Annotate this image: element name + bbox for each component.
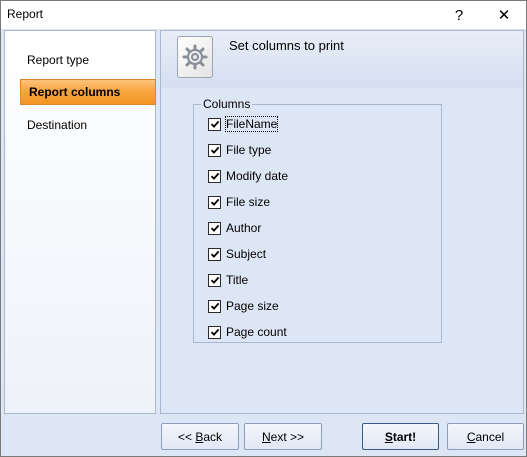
back-button-rest: ack xyxy=(203,429,223,444)
cancel-button-accel: C xyxy=(466,429,476,444)
cancel-button-rest: ancel xyxy=(475,429,505,444)
content-pane: Set columns to print Columns FileName Fi… xyxy=(160,30,524,414)
next-button-rest: ext >> xyxy=(270,429,305,444)
checkbox-checked-icon xyxy=(208,143,221,157)
gear-icon xyxy=(182,44,208,70)
back-button-accel: B xyxy=(195,429,204,444)
column-label: Title xyxy=(226,273,249,287)
column-checkbox-subject[interactable]: Subject xyxy=(208,245,266,263)
column-label: File type xyxy=(226,143,272,157)
close-button[interactable]: ✕ xyxy=(482,1,526,29)
start-button-rest: tart! xyxy=(392,429,417,444)
checkbox-checked-icon xyxy=(208,169,221,183)
column-checkbox-filename[interactable]: FileName xyxy=(208,115,279,133)
column-label: Modify date xyxy=(226,169,289,183)
column-checkbox-page-size[interactable]: Page size xyxy=(208,297,279,315)
checkbox-checked-icon xyxy=(208,247,221,261)
column-label: Page size xyxy=(226,299,279,313)
step-title: Set columns to print xyxy=(229,38,344,53)
column-label: File size xyxy=(226,195,271,209)
next-button-accel: N xyxy=(261,429,271,444)
checkbox-checked-icon xyxy=(208,273,221,287)
title-bar: Report ? ✕ xyxy=(1,1,526,29)
nav-item-report-type[interactable]: Report type xyxy=(19,47,155,73)
column-checkbox-file-type[interactable]: File type xyxy=(208,141,271,159)
checkbox-checked-icon xyxy=(208,299,221,313)
back-button-prefix: << xyxy=(177,429,196,444)
help-button[interactable]: ? xyxy=(437,1,481,29)
start-button[interactable]: Start! xyxy=(362,423,439,450)
checkbox-checked-icon xyxy=(208,117,221,131)
nav-item-destination[interactable]: Destination xyxy=(19,112,155,138)
back-button[interactable]: << Back xyxy=(161,423,239,450)
wizard-nav: Report type Report columns Destination xyxy=(4,30,156,414)
next-button[interactable]: Next >> xyxy=(244,423,322,450)
column-checkbox-author[interactable]: Author xyxy=(208,219,261,237)
nav-item-label: Destination xyxy=(27,118,88,132)
nav-item-label: Report type xyxy=(27,53,90,67)
columns-group: Columns FileName File type Modify date F… xyxy=(193,97,442,343)
column-checkbox-page-count[interactable]: Page count xyxy=(208,323,287,341)
column-label: Page count xyxy=(226,325,287,339)
nav-item-report-columns[interactable]: Report columns xyxy=(20,79,156,105)
columns-group-label: Columns xyxy=(201,97,253,111)
column-label: FileName xyxy=(224,116,279,132)
checkbox-checked-icon xyxy=(208,325,221,339)
column-label: Author xyxy=(226,221,262,235)
nav-item-label: Report columns xyxy=(29,85,121,99)
column-checkbox-modify-date[interactable]: Modify date xyxy=(208,167,288,185)
column-checkbox-file-size[interactable]: File size xyxy=(208,193,270,211)
checkbox-checked-icon xyxy=(208,195,221,209)
step-header: Set columns to print xyxy=(161,31,523,88)
report-dialog: Report ? ✕ Report type Report columns De… xyxy=(0,0,527,457)
checkbox-checked-icon xyxy=(208,221,221,235)
gear-page-icon xyxy=(177,36,213,78)
column-checkbox-title[interactable]: Title xyxy=(208,271,248,289)
column-label: Subject xyxy=(226,247,267,261)
start-button-accel: S xyxy=(384,429,393,444)
window-title: Report xyxy=(7,7,44,21)
cancel-button[interactable]: Cancel xyxy=(447,423,524,450)
